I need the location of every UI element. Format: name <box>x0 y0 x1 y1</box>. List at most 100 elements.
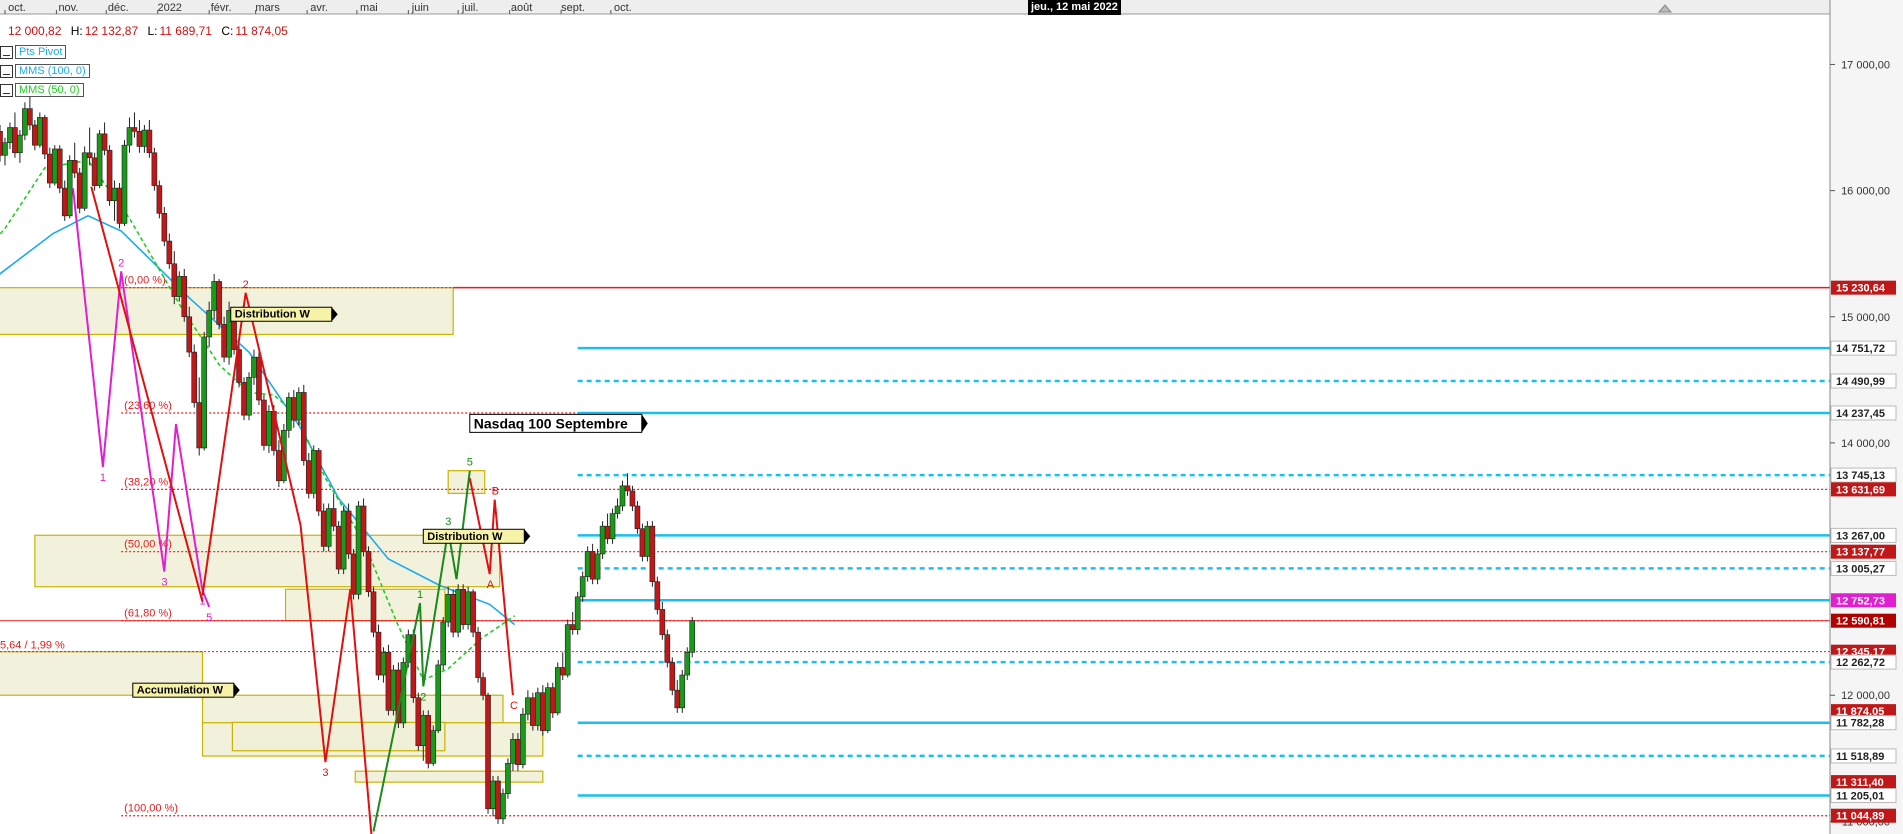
candle-body <box>460 588 466 625</box>
candle <box>460 584 466 630</box>
legend-toggle-icon[interactable] <box>0 83 13 97</box>
candle <box>559 652 566 681</box>
candle-body <box>554 667 561 714</box>
candle-body <box>649 525 656 582</box>
candle <box>161 207 168 247</box>
annotation-arrow-icon <box>524 529 531 544</box>
candle <box>27 94 33 131</box>
candle-body <box>679 674 686 709</box>
candle <box>540 685 546 736</box>
candle-body <box>76 172 83 209</box>
ohlc-close-value: 11 874,05 <box>235 24 288 38</box>
price-tag-text: 14 490,99 <box>1836 376 1885 388</box>
candle <box>166 233 173 269</box>
candle <box>286 392 292 438</box>
annotation-text: Accumulation W <box>137 685 224 697</box>
candle <box>470 589 476 638</box>
candle <box>455 584 461 638</box>
candle <box>614 498 621 519</box>
candle <box>340 506 347 575</box>
candle-body <box>12 127 18 154</box>
candle <box>86 127 93 166</box>
legend-item-mms50[interactable]: MMS (50, 0) <box>0 83 84 97</box>
price-tag: 15 230,64 <box>1831 280 1896 295</box>
price-tag-text: 13 005,27 <box>1836 563 1885 575</box>
candle <box>604 513 611 544</box>
candle <box>375 624 382 681</box>
candle <box>276 440 282 488</box>
fib-partial-label: 5,64 / 1,99 % <box>0 640 65 652</box>
candle-body <box>146 129 153 154</box>
candle <box>66 155 73 219</box>
ohlc-high-key: H: <box>70 24 83 38</box>
wave-label: 2 <box>243 279 249 291</box>
candle <box>96 130 103 189</box>
legend-item-mms100[interactable]: MMS (100, 0) <box>0 64 90 78</box>
legend-label: Pts Pivot <box>15 45 67 59</box>
candle-body <box>480 677 486 696</box>
price-tag: 14 751,72 <box>1830 340 1897 356</box>
candle <box>380 647 387 683</box>
candle <box>450 589 456 638</box>
price-tag-text: 11 311,40 <box>1836 777 1884 789</box>
candle <box>425 710 432 769</box>
candle-body <box>42 117 48 155</box>
candle-body <box>495 780 501 820</box>
candle <box>335 521 342 575</box>
time-tick-label: avr. <box>310 2 328 14</box>
candle <box>430 725 437 766</box>
legend-toggle-icon[interactable] <box>0 64 13 78</box>
candle-body <box>151 152 158 186</box>
candle <box>365 546 372 597</box>
candle <box>261 394 267 451</box>
candle-body <box>530 697 536 726</box>
legend-item-pivots[interactable]: Pts Pivot <box>0 45 67 59</box>
candle <box>37 112 43 148</box>
wave-label: 2 <box>118 257 124 269</box>
price-tag-text: 13 137,77 <box>1836 547 1885 559</box>
wave-label: 3 <box>445 516 451 528</box>
candle <box>390 664 397 716</box>
candle-body <box>106 149 113 202</box>
annotation-text: Distribution W <box>235 309 311 321</box>
price-tag: 13 005,27 <box>1830 560 1897 576</box>
annotation-text: Distribution W <box>427 531 503 543</box>
legend-toggle-icon[interactable] <box>0 45 13 59</box>
price-tag-text: 11 044,89 <box>1836 811 1884 823</box>
time-axis-band <box>0 0 1903 14</box>
candle-body <box>559 667 566 676</box>
wave-label: 2 <box>420 691 426 703</box>
candle-body <box>500 793 506 820</box>
candle <box>310 445 317 499</box>
candle <box>116 183 123 229</box>
time-tick-label: oct. <box>614 2 632 14</box>
candle <box>7 122 13 149</box>
price-tag: 12 262,72 <box>1830 654 1897 670</box>
candle <box>91 152 98 191</box>
candle-body <box>256 356 262 401</box>
candle-body <box>71 160 78 174</box>
candle <box>530 692 536 731</box>
annotation-arrow-icon <box>641 414 648 433</box>
candle-body <box>276 450 282 482</box>
candle-body <box>66 160 73 217</box>
candle-body <box>599 525 606 555</box>
candle-body <box>310 450 317 494</box>
candle-body <box>375 631 382 676</box>
candle-body <box>221 324 227 358</box>
candle-body <box>584 551 591 577</box>
candle <box>201 331 207 451</box>
candle <box>51 145 58 186</box>
candle-body <box>300 392 307 461</box>
price-tag: 14 490,99 <box>1830 373 1897 389</box>
candle <box>500 788 506 824</box>
candle-body <box>350 553 357 595</box>
candle-body <box>380 652 387 676</box>
candle-body <box>7 127 13 143</box>
candle <box>485 692 491 814</box>
candlestick-chart[interactable]: (0,00 %)(23,60 %)(38,20 %)(50,00 %)(61,8… <box>0 0 1903 834</box>
candle-body <box>211 281 217 311</box>
price-tag-text: 15 230,64 <box>1836 283 1886 295</box>
candle <box>475 627 481 683</box>
time-tick-label: mars <box>255 2 280 14</box>
